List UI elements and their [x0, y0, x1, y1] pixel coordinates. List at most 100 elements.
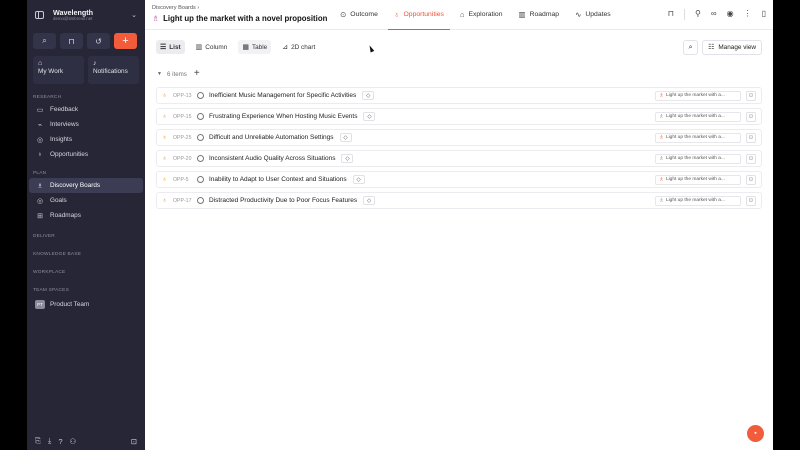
caret-down-icon[interactable]: ▼	[157, 71, 162, 77]
my-work-tile[interactable]: ⌂ My Work	[33, 56, 84, 84]
sidebar-item-feedback[interactable]: ▭ Feedback	[29, 102, 143, 117]
sidebar: Wavelength demo@timbreoll.net ⌄ ⌕ ⊓ ↺ + …	[27, 0, 145, 450]
lightbulb-icon: ♁	[162, 92, 168, 99]
list-item[interactable]: ♁ OPP-5 Inability to Adapt to User Context…	[156, 171, 762, 188]
item-title[interactable]: Frustrating Experience When Hosting Musi…	[209, 113, 357, 120]
assignee-icon[interactable]: ⚇	[746, 195, 756, 206]
assignee-icon[interactable]: ⚇	[746, 153, 756, 164]
panel-icon[interactable]: ▯	[762, 9, 766, 20]
import-icon[interactable]: ⎘	[35, 436, 41, 446]
tab-label: Roadmap	[529, 11, 560, 18]
manage-view-button[interactable]: ☷ Manage view	[702, 39, 762, 55]
list-item[interactable]: ♁ OPP-25 Difficult and Unreliable Automati…	[156, 129, 762, 146]
breadcrumb[interactable]: Discovery Boards ›	[152, 5, 199, 11]
insights-icon: ◎	[36, 136, 44, 144]
search-icon: ⌕	[688, 42, 693, 51]
invite-user-icon[interactable]: ⚇	[70, 437, 77, 446]
view-table[interactable]: ▦ Table	[238, 40, 272, 54]
board-chip[interactable]: ♗ Light up the market with a...	[655, 153, 741, 164]
tab-opportunities[interactable]: ♁ Opportunities	[387, 0, 450, 30]
item-title[interactable]: Difficult and Unreliable Automation Sett…	[209, 134, 334, 141]
board-chip[interactable]: ♗ Light up the market with a...	[655, 195, 741, 206]
manage-view-label: Manage view	[718, 43, 756, 51]
tab-updates[interactable]: ∿ Updates	[569, 0, 617, 30]
chat-support-button[interactable]: ▪	[747, 425, 764, 442]
status-circle-icon[interactable]	[197, 197, 204, 204]
sidebar-item-opportunities[interactable]: ♁ Opportunities	[29, 147, 143, 162]
bookmark-icon[interactable]: ⊓	[668, 9, 674, 20]
board-icon: ♗	[659, 134, 664, 141]
sidebar-item-roadmaps[interactable]: ⊞ Roadmaps	[29, 208, 143, 223]
status-circle-icon[interactable]	[197, 92, 204, 99]
item-title[interactable]: Inefficient Music Management for Specifi…	[209, 92, 356, 99]
workspace-switcher[interactable]: Wavelength demo@timbreoll.net ⌄	[27, 0, 145, 30]
view-2d-chart[interactable]: ⊿ 2D chart	[278, 40, 319, 54]
group-header[interactable]: ▼ 6 items +	[157, 69, 200, 79]
history-icon: ↺	[95, 36, 102, 46]
tab-label: Exploration	[468, 11, 503, 18]
feedback-widget-icon[interactable]: ⊡	[131, 437, 137, 446]
tag-icon[interactable]: ◇	[363, 112, 376, 121]
sidebar-toggle-icon[interactable]	[35, 11, 44, 19]
list-item[interactable]: ♁ OPP-17 Distracted Productivity Due to Po…	[156, 192, 762, 209]
sidebar-item-label: Insights	[50, 136, 73, 143]
tab-exploration[interactable]: ⌂ Exploration	[454, 0, 509, 30]
chevron-down-icon[interactable]: ⌄	[131, 11, 137, 19]
tab-outcome[interactable]: ⊙ Outcome	[334, 0, 384, 30]
search-button[interactable]: ⌕	[683, 39, 699, 55]
status-circle-icon[interactable]	[197, 176, 204, 183]
search-button[interactable]: ⌕	[33, 33, 56, 49]
sidebar-item-insights[interactable]: ◎ Insights	[29, 132, 143, 147]
list-item[interactable]: ♁ OPP-13 Inefficient Music Management for …	[156, 87, 762, 104]
history-button[interactable]: ↺	[87, 33, 110, 49]
board-icon: ♗	[659, 113, 664, 120]
team-avatar: PT	[35, 300, 45, 309]
tab-label: Updates	[585, 11, 611, 18]
tag-icon[interactable]: ◇	[363, 196, 376, 205]
view-column[interactable]: ▥ Column	[192, 40, 232, 54]
board-chip[interactable]: ♗ Light up the market with a...	[655, 111, 741, 122]
lightbulb-icon: ♁	[162, 197, 168, 204]
assignee-icon[interactable]: ⚇	[746, 90, 756, 101]
tag-icon[interactable]: ◇	[352, 175, 365, 184]
eye-icon[interactable]: ◉	[727, 9, 734, 20]
item-title[interactable]: Inability to Adapt to User Context and S…	[209, 176, 347, 183]
more-icon[interactable]: ⋮	[744, 9, 752, 20]
assignee-icon[interactable]: ⚇	[746, 111, 756, 122]
board-chip[interactable]: ♗ Light up the market with a...	[655, 90, 741, 101]
create-button[interactable]: +	[114, 33, 137, 49]
page-title: Light up the market with a novel proposi…	[163, 14, 328, 23]
item-title[interactable]: Distracted Productivity Due to Poor Focu…	[209, 197, 357, 204]
add-item-icon[interactable]: +	[194, 69, 200, 79]
tab-label: Opportunities	[403, 11, 444, 18]
search-icon: ⌕	[42, 36, 47, 45]
sidebar-item-discovery-boards[interactable]: ♗ Discovery Boards	[29, 178, 143, 193]
tag-icon[interactable]: ◇	[341, 154, 354, 163]
sidebar-item-goals[interactable]: ◎ Goals	[29, 193, 143, 208]
lightbulb-icon: ♁	[162, 155, 168, 162]
link-icon[interactable]: ∞	[711, 9, 717, 20]
board-chip[interactable]: ♗ Light up the market with a...	[655, 132, 741, 143]
assignee-icon[interactable]: ⚇	[746, 174, 756, 185]
assignee-icon[interactable]: ⚇	[746, 132, 756, 143]
view-list[interactable]: ☰ List	[156, 40, 185, 54]
list-item[interactable]: ♁ OPP-20 Inconsistent Audio Quality Across…	[156, 150, 762, 167]
board-chip-label: Light up the market with a...	[665, 198, 725, 203]
board-icon: ♗	[659, 197, 664, 204]
status-circle-icon[interactable]	[197, 113, 204, 120]
download-icon[interactable]: ⤓	[48, 436, 51, 446]
pin-icon[interactable]: ⚲	[695, 9, 701, 20]
tag-icon[interactable]: ◇	[362, 91, 375, 100]
list-item[interactable]: ♁ OPP-15 Frustrating Experience When Hosti…	[156, 108, 762, 125]
bookmarks-button[interactable]: ⊓	[60, 33, 83, 49]
help-icon[interactable]: ?	[58, 437, 62, 446]
board-chip[interactable]: ♗ Light up the market with a...	[655, 174, 741, 185]
tab-roadmap[interactable]: ▥ Roadmap	[512, 0, 565, 30]
sidebar-item-product-team[interactable]: PT Product Team	[29, 297, 143, 312]
item-title[interactable]: Inconsistent Audio Quality Across Situat…	[209, 155, 335, 162]
notifications-tile[interactable]: ♪ Notifications	[88, 56, 139, 84]
status-circle-icon[interactable]	[197, 155, 204, 162]
status-circle-icon[interactable]	[197, 134, 204, 141]
sidebar-item-interviews[interactable]: ⌁ Interviews	[29, 117, 143, 132]
tag-icon[interactable]: ◇	[339, 133, 352, 142]
